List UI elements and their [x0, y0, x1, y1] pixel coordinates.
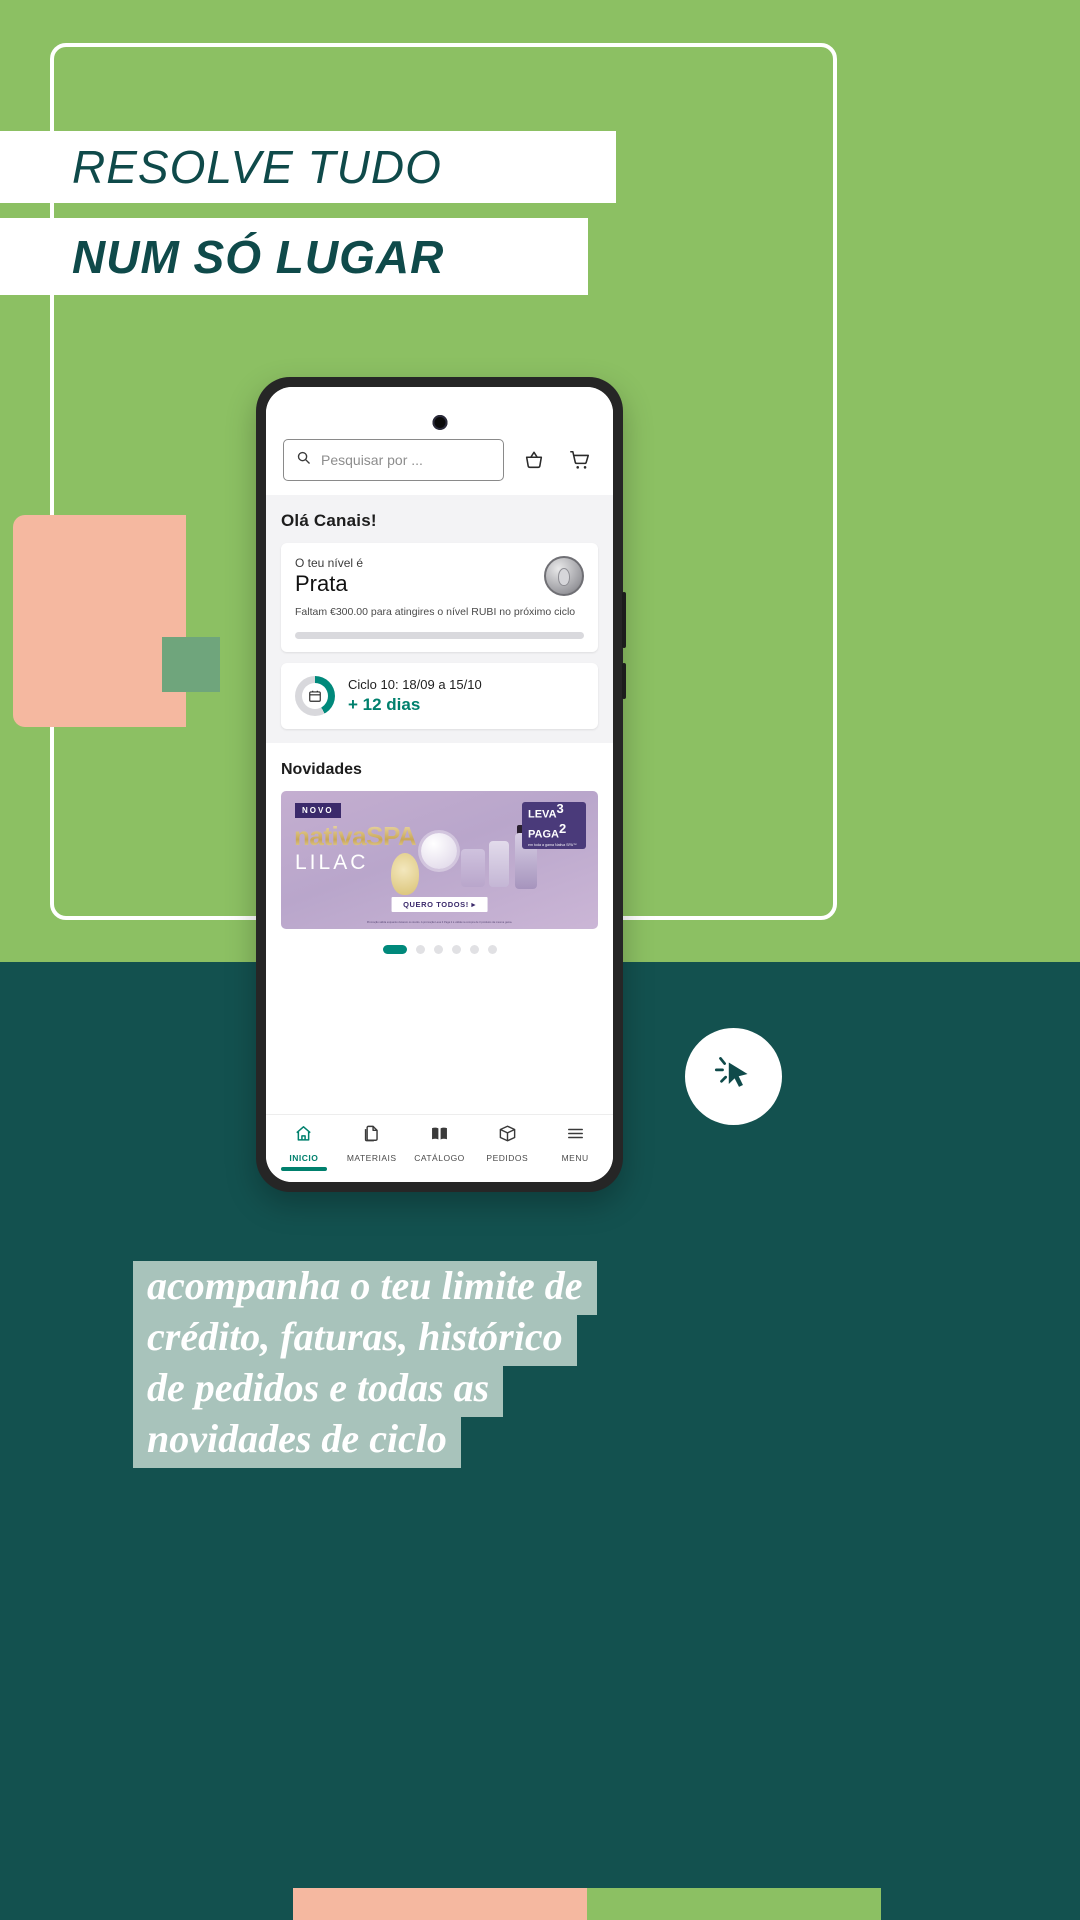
product-tube-image — [461, 848, 485, 887]
headline-band-1: RESOLVE TUDO — [0, 131, 616, 203]
promo-novo-tag: NOVO — [295, 802, 341, 818]
level-card-texts: O teu nível é Prata — [295, 556, 363, 596]
promo-badge-subtext: em toda a gama Nativa SPA™ — [528, 842, 577, 847]
nav-item-menu[interactable]: MENU — [541, 1124, 609, 1170]
medal-icon — [544, 556, 584, 596]
promo-paga-line: PAGA2 — [528, 820, 580, 841]
nav-label-menu: MENU — [561, 1153, 589, 1163]
level-label: O teu nível é — [295, 556, 364, 570]
click-cursor-badge — [685, 1028, 782, 1125]
promo-leva-line: LEVA3 — [528, 802, 580, 821]
cycle-days: + 12 dias — [348, 694, 421, 714]
click-cursor-icon — [709, 1049, 759, 1104]
promo-brand-name: nativaSPA — [294, 820, 417, 851]
decorative-green-square — [162, 637, 220, 692]
novidades-section: Novidades NOVO nativaSPA LILAC LEVA3 PAG… — [266, 742, 613, 1114]
search-icon — [296, 450, 311, 470]
box-icon — [498, 1124, 517, 1148]
footer-stripe-teal-left — [0, 1888, 292, 1920]
caption-line-3: de pedidos e todas as — [133, 1363, 504, 1417]
nav-label-pedidos: PEDIDOS — [486, 1153, 529, 1163]
level-card[interactable]: O teu nível é Prata Faltam €300.00 para … — [281, 543, 598, 652]
phone-volume-button — [622, 592, 626, 648]
search-input[interactable]: Pesquisar por ... — [283, 439, 504, 481]
app-top-bar: Pesquisar por ... — [266, 387, 613, 495]
footer-stripe-green — [587, 1888, 881, 1920]
book-icon — [429, 1124, 450, 1148]
bottom-navigation: INICIO MATERIAIS CATÁLOGO PEDIDOS MENU — [266, 1114, 613, 1182]
novidades-title: Novidades — [281, 760, 362, 778]
cycle-progress-donut — [295, 675, 335, 716]
greeting-text: Olá Canais! — [281, 511, 377, 530]
level-card-header: O teu nível é Prata — [295, 556, 584, 596]
promo-leva-label: LEVA — [528, 809, 557, 822]
promo-brand-line: LILAC — [295, 850, 369, 874]
level-note-text: Faltam €300.00 para atingires o nível RU… — [295, 606, 576, 619]
caption-line-2: crédito, faturas, histórico — [133, 1312, 577, 1366]
caption-line-4: novidades de ciclo — [133, 1414, 461, 1468]
product-bottle-image — [489, 840, 509, 887]
home-icon — [294, 1124, 313, 1148]
nav-item-catalogo[interactable]: CATÁLOGO — [406, 1124, 474, 1170]
footer-stripe-peach — [293, 1888, 587, 1920]
basket-button[interactable] — [518, 444, 550, 476]
nav-label-catalogo: CATÁLOGO — [414, 1153, 465, 1163]
carousel-dot[interactable] — [433, 944, 443, 954]
promo-legal-text: Promoção válida enquanto durarem os stoc… — [366, 920, 513, 924]
calendar-icon — [308, 689, 322, 703]
phone-mockup: Pesquisar por ... Olá Canais! O teu níve… — [256, 377, 626, 1192]
product-drop-image — [391, 852, 419, 895]
carousel-dots[interactable] — [281, 944, 598, 954]
pages-icon — [362, 1124, 381, 1148]
decorative-peach-square — [13, 515, 186, 727]
promo-paga-number: 2 — [558, 820, 567, 836]
nav-label-materiais: MATERIAIS — [346, 1153, 397, 1163]
carousel-dot[interactable] — [469, 944, 479, 954]
promo-cta-button[interactable]: QUERO TODOS! ▸ — [391, 896, 488, 912]
caption-line-1: acompanha o teu limite de — [133, 1261, 597, 1315]
cycle-card-texts: Ciclo 10: 18/09 a 15/10 + 12 dias — [348, 677, 482, 715]
carousel-dot[interactable] — [487, 944, 497, 954]
cycle-card-row: Ciclo 10: 18/09 a 15/10 + 12 dias — [295, 675, 584, 716]
product-jar-image — [421, 832, 457, 869]
front-camera-icon — [432, 415, 447, 430]
phone-power-button — [622, 663, 626, 699]
carousel-dot[interactable] — [415, 944, 425, 954]
cycle-title: Ciclo 10: 18/09 a 15/10 — [348, 676, 482, 692]
headline-line-1: RESOLVE TUDO — [72, 141, 442, 193]
headline-line-2: NUM SÓ LUGAR — [72, 230, 445, 283]
footer-stripe-teal-right — [881, 1888, 1080, 1920]
cart-button[interactable] — [564, 444, 596, 476]
level-value: Prata — [295, 571, 348, 596]
promo-banner[interactable]: NOVO nativaSPA LILAC LEVA3 PAGA2 em toda — [281, 790, 598, 929]
phone-screen: Pesquisar por ... Olá Canais! O teu níve… — [266, 387, 613, 1182]
footer-stripes — [0, 1888, 1080, 1920]
nav-item-materiais[interactable]: MATERIAIS — [338, 1124, 406, 1170]
nav-label-inicio: INICIO — [289, 1153, 319, 1163]
cycle-card[interactable]: Ciclo 10: 18/09 a 15/10 + 12 dias — [281, 662, 598, 729]
nav-item-pedidos[interactable]: PEDIDOS — [473, 1124, 541, 1170]
headline-band-2: NUM SÓ LUGAR — [0, 218, 588, 295]
search-placeholder-text: Pesquisar por ... — [321, 452, 423, 468]
nav-item-inicio[interactable]: INICIO — [270, 1124, 338, 1170]
carousel-dot[interactable] — [382, 944, 407, 954]
promo-paga-label: PAGA — [528, 828, 559, 841]
app-dashboard-section: Olá Canais! O teu nível é Prata Faltam €… — [266, 495, 613, 743]
promo-badge: LEVA3 PAGA2 em toda a gama Nativa SPA™ — [522, 801, 586, 849]
hamburger-icon — [566, 1124, 585, 1148]
promo-leva-number: 3 — [556, 801, 564, 817]
level-progress-bar — [295, 631, 584, 639]
carousel-dot[interactable] — [451, 944, 461, 954]
